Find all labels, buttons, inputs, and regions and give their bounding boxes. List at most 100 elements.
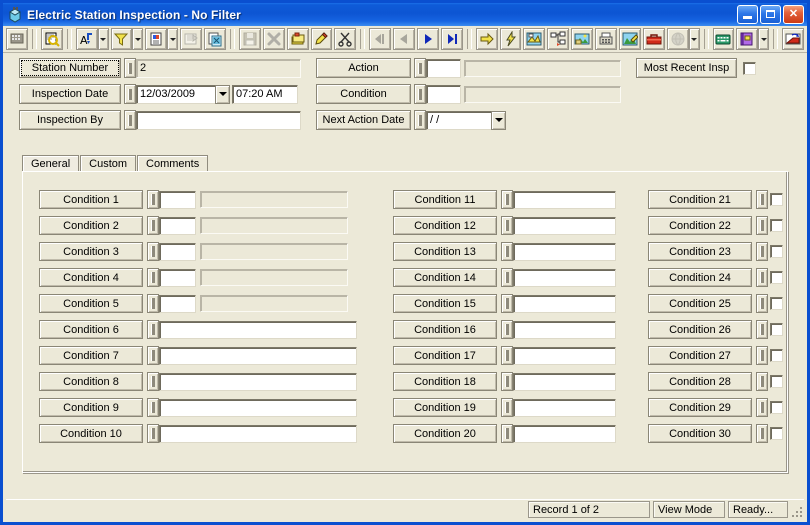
inspection-date-label-button[interactable]: Inspection Date [19,84,121,104]
condition-28-checkbox[interactable] [770,375,783,388]
condition-7-lookup-button[interactable] [147,346,159,365]
condition-30-lookup-button[interactable] [756,424,768,443]
condition-3-label-button[interactable]: Condition 3 [39,242,143,261]
condition-10-input[interactable] [159,424,357,443]
tab-custom[interactable]: Custom [80,155,137,172]
maximize-button[interactable] [760,5,781,24]
condition-29-label-button[interactable]: Condition 29 [648,398,752,417]
go-to-icon[interactable] [475,28,498,50]
condition-12-input[interactable] [513,216,616,235]
condition-24-lookup-button[interactable] [756,268,768,287]
condition-3-description-field[interactable] [200,243,348,260]
condition-14-label-button[interactable]: Condition 14 [393,268,497,287]
condition-16-lookup-button[interactable] [501,320,513,339]
condition-10-lookup-button[interactable] [147,424,159,443]
copy-record-icon[interactable] [204,28,226,50]
condition-28-label-button[interactable]: Condition 28 [648,372,752,391]
condition-19-lookup-button[interactable] [501,398,513,417]
condition-19-input[interactable] [513,398,616,417]
condition-27-label-button[interactable]: Condition 27 [648,346,752,365]
minimize-button[interactable] [737,5,758,24]
next-action-date-calendar-dropdown[interactable] [491,110,506,130]
first-record-icon[interactable] [369,28,392,50]
next-action-date-input[interactable]: / / [426,110,492,130]
condition-10-label-button[interactable]: Condition 10 [39,424,143,443]
condition-8-input[interactable] [159,372,357,391]
condition-22-checkbox[interactable] [770,219,783,232]
condition-3-code-input[interactable] [159,242,196,261]
sketch-icon[interactable] [618,28,641,50]
station-number-input[interactable]: 2 [136,58,301,78]
condition-26-checkbox[interactable] [770,323,783,336]
action-description-field[interactable] [464,59,621,77]
resize-grip[interactable] [789,504,803,518]
condition-23-label-button[interactable]: Condition 23 [648,242,752,261]
condition-2-code-input[interactable] [159,216,196,235]
next-record-icon[interactable] [417,28,439,50]
condition-25-label-button[interactable]: Condition 25 [648,294,752,313]
toolbox-icon[interactable] [642,28,665,50]
condition-6-input[interactable] [159,320,357,339]
condition-24-label-button[interactable]: Condition 24 [648,268,752,287]
condition-4-label-button[interactable]: Condition 4 [39,268,143,287]
globe-dropdown-arrow[interactable] [688,28,700,50]
condition-14-input[interactable] [513,268,616,287]
condition-12-label-button[interactable]: Condition 12 [393,216,497,235]
inspection-date-calendar-dropdown[interactable] [215,84,230,104]
delete-icon[interactable] [262,28,285,50]
condition-22-lookup-button[interactable] [756,216,768,235]
keyboard-icon[interactable] [712,28,735,50]
map-view-icon[interactable] [523,28,546,50]
image-attach-icon[interactable] [571,28,594,50]
print-preview-icon[interactable] [180,28,203,50]
condition-2-description-field[interactable] [200,217,348,234]
condition-19-label-button[interactable]: Condition 19 [393,398,497,417]
condition-30-checkbox[interactable] [770,427,783,440]
close-button[interactable]: ✕ [783,5,804,24]
condition-18-lookup-button[interactable] [501,372,513,391]
condition-7-input[interactable] [159,346,357,365]
condition-17-input[interactable] [513,346,616,365]
tab-strip[interactable]: General Custom Comments [22,154,209,173]
condition-16-label-button[interactable]: Condition 16 [393,320,497,339]
report-icon[interactable] [145,28,168,50]
condition-25-lookup-button[interactable] [756,294,768,313]
report-dropdown-arrow[interactable] [167,28,179,50]
previous-record-icon[interactable] [393,28,415,50]
condition-2-label-button[interactable]: Condition 2 [39,216,143,235]
inspection-by-lookup-button[interactable] [124,110,136,130]
inspection-date-input[interactable]: 12/03/2009 [136,84,216,104]
action-code-input[interactable] [426,58,461,78]
export-icon[interactable] [782,28,805,50]
condition-13-label-button[interactable]: Condition 13 [393,242,497,261]
condition-1-description-field[interactable] [200,191,348,208]
condition-22-label-button[interactable]: Condition 22 [648,216,752,235]
condition-27-checkbox[interactable] [770,349,783,362]
lightning-icon[interactable] [499,28,522,50]
condition-1-label-button[interactable]: Condition 1 [39,190,143,209]
condition-26-label-button[interactable]: Condition 26 [648,320,752,339]
save-icon[interactable] [238,28,261,50]
condition-4-lookup-button[interactable] [147,268,159,287]
globe-icon[interactable] [666,28,689,50]
next-action-date-label-button[interactable]: Next Action Date [316,110,411,130]
next-action-date-lookup-button[interactable] [414,110,426,130]
action-lookup-button[interactable] [414,58,426,78]
condition-20-lookup-button[interactable] [501,424,513,443]
condition-20-label-button[interactable]: Condition 20 [393,424,497,443]
condition-label-button[interactable]: Condition [316,84,411,104]
condition-20-input[interactable] [513,424,616,443]
condition-30-label-button[interactable]: Condition 30 [648,424,752,443]
condition-9-label-button[interactable]: Condition 9 [39,398,143,417]
hierarchy-icon[interactable] [547,28,570,50]
condition-8-label-button[interactable]: Condition 8 [39,372,143,391]
condition-5-label-button[interactable]: Condition 5 [39,294,143,313]
filter-dropdown-arrow[interactable] [132,28,144,50]
condition-26-lookup-button[interactable] [756,320,768,339]
filter-funnel-icon[interactable] [110,28,133,50]
condition-17-lookup-button[interactable] [501,346,513,365]
condition-24-checkbox[interactable] [770,271,783,284]
inspection-time-input[interactable]: 07:20 AM [232,84,298,104]
condition-16-input[interactable] [513,320,616,339]
condition-5-code-input[interactable] [159,294,196,313]
